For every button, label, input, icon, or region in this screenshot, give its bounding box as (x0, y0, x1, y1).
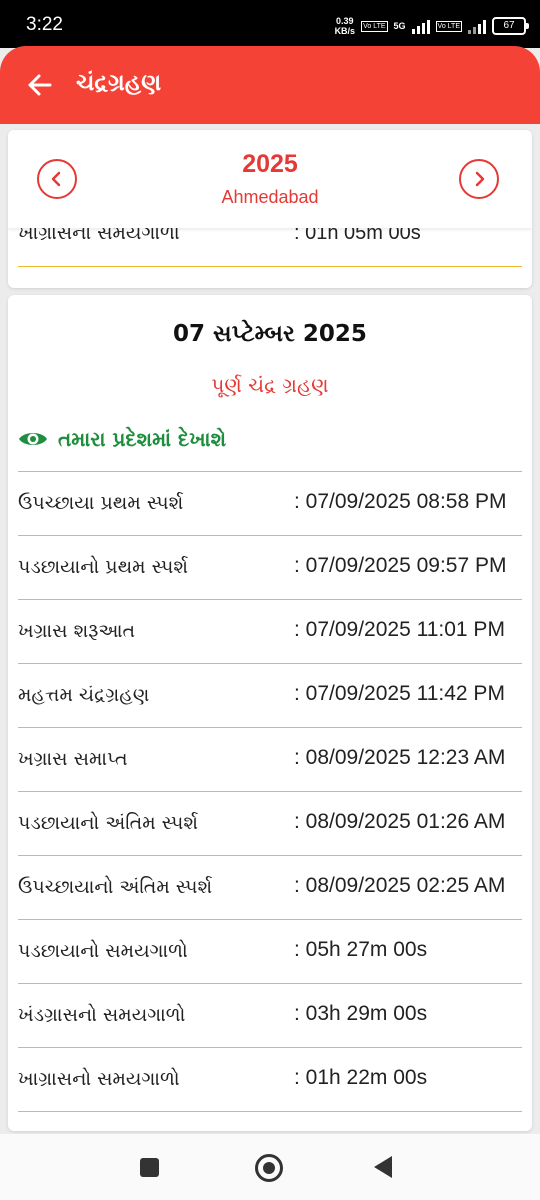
eclipse-card: 07 સપ્ટેમ્બર 2025 પૂર્ણ ચંદ્ર ગ્રહણ તમાર… (8, 295, 532, 1131)
chevron-right-icon (475, 171, 485, 187)
circle-home-icon[interactable] (255, 1154, 283, 1182)
app-bar: ચંદ્રગ્રહણ (0, 46, 540, 124)
row-value: : 08/09/2025 02:25 AM (294, 874, 506, 897)
list-item: ખગ્રાસ સમાપ્ત : 08/09/2025 12:23 AM (18, 728, 522, 792)
row-value: : 07/09/2025 08:58 PM (294, 490, 507, 513)
row-label: ઉપચ્છાયા પ્રથમ સ્પર્શ (18, 492, 184, 514)
visibility-indicator: તમારા પ્રદેશમાં દેખાશે (18, 427, 226, 451)
row-value: : 03h 29m 00s (294, 1002, 428, 1025)
battery-icon: 67 (492, 17, 529, 35)
row-value: : 01h 22m 00s (294, 1066, 428, 1089)
eclipse-type: પૂર્ણ ચંદ્ર ગ્રહણ (211, 373, 329, 397)
row-value: : 07/09/2025 11:42 PM (294, 682, 505, 705)
row-value: : 08/09/2025 12:23 AM (294, 746, 506, 769)
eye-icon (19, 433, 47, 445)
visibility-text: તમારા પ્રદેશમાં દેખાશે (58, 427, 226, 451)
row-value: : 08/09/2025 01:26 AM (294, 810, 506, 833)
status-icons: 0.39 KB/s Vo LTE 5G Vo LTE 67 (334, 14, 529, 38)
row-label: ખંડગ્રાસનો સમયગાળો (18, 1004, 186, 1026)
list-item: પડછાયાનો પ્રથમ સ્પર્શ : 07/09/2025 09:57… (18, 536, 522, 600)
square-icon[interactable] (140, 1158, 159, 1177)
status-bar: 3:22 0.39 KB/s Vo LTE 5G Vo LTE 67 (0, 0, 540, 48)
list-item: પડછાયાનો અંતિમ સ્પર્શ : 08/09/2025 01:26… (18, 792, 522, 856)
page-title: ચંદ્રગ્રહણ (76, 70, 162, 96)
row-label: ઉપચ્છાયાનો અંતિમ સ્પર્શ (18, 876, 213, 898)
next-year-button[interactable] (459, 159, 499, 199)
triangle-back-icon[interactable] (374, 1156, 392, 1178)
volte-icon-2: Vo LTE (435, 20, 462, 32)
year-selector-card: 2025 Ahmedabad ખાગ્રાસનો સમયગાળો : 01h 0… (8, 130, 532, 288)
signal-icon (411, 18, 430, 34)
eclipse-date: 07 સપ્ટેમ્બર 2025 (173, 321, 367, 347)
year-label: 2025 (242, 150, 298, 178)
row-value: : 07/09/2025 11:01 PM (294, 618, 505, 641)
system-nav-bar (0, 1134, 540, 1200)
eclipse-timings-list: ઉપચ્છાયા પ્રથમ સ્પર્શ : 07/09/2025 08:58… (18, 472, 522, 1112)
volte-icon: Vo LTE (361, 20, 388, 32)
list-item: ખગ્રાસ શરૂઆત : 07/09/2025 11:01 PM (18, 600, 522, 664)
row-label: પડછાયાનો સમયગાળો (18, 940, 188, 962)
row-label: ખગ્રાસ શરૂઆત (18, 620, 136, 642)
arrow-left-icon[interactable] (22, 68, 56, 102)
year-header: 2025 Ahmedabad (8, 130, 532, 228)
net-speed: 0.39 KB/s (334, 16, 356, 36)
list-item: મહત્તમ ચંદ્રગ્રહણ : 07/09/2025 11:42 PM (18, 664, 522, 728)
row-label: પડછાયાનો અંતિમ સ્પર્શ (18, 812, 199, 834)
row-label: મહત્તમ ચંદ્રગ્રહણ (18, 684, 150, 706)
list-item: ઉપચ્છાયા પ્રથમ સ્પર્શ : 07/09/2025 08:58… (18, 472, 522, 536)
row-value: : 05h 27m 00s (294, 938, 428, 961)
row-label: પડછાયાનો પ્રથમ સ્પર્શ (18, 556, 189, 578)
list-item: ખંડગ્રાસનો સમયગાળો : 03h 29m 00s (18, 984, 522, 1048)
list-item: ખાગ્રાસનો સમયગાળો : 01h 22m 00s (18, 1048, 522, 1112)
list-item: પડછાયાનો સમયગાળો : 05h 27m 00s (18, 920, 522, 984)
network-type: 5G (393, 21, 406, 31)
status-time: 3:22 (26, 14, 63, 35)
list-item: ઉપચ્છાયાનો અંતિમ સ્પર્શ : 08/09/2025 02:… (18, 856, 522, 920)
signal-icon-2 (468, 18, 486, 34)
row-label: ખગ્રાસ સમાપ્ત (18, 748, 128, 770)
row-label: ખાગ્રાસનો સમયગાળો (18, 1068, 180, 1090)
city-label[interactable]: Ahmedabad (8, 187, 532, 208)
row-value: : 07/09/2025 09:57 PM (294, 554, 507, 577)
